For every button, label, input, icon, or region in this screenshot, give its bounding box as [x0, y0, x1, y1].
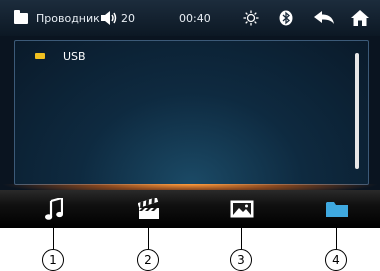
app-title: Проводник	[36, 11, 100, 25]
image-icon	[230, 200, 254, 218]
callout-number: 3	[230, 249, 252, 271]
callout-line	[53, 224, 54, 249]
bluetooth-icon	[279, 10, 293, 26]
list-item[interactable]: USB	[35, 47, 86, 65]
video-button[interactable]	[119, 190, 179, 228]
callout-number: 2	[137, 249, 159, 271]
callout-line	[148, 224, 149, 249]
brightness-button[interactable]	[243, 0, 259, 36]
clapperboard-icon	[138, 198, 159, 219]
home-icon	[351, 10, 369, 26]
folder-icon	[14, 0, 28, 36]
bottom-bar	[0, 190, 380, 228]
callout-number: 4	[325, 249, 347, 271]
usb-drive-icon	[35, 53, 45, 59]
clock: 00:40	[179, 11, 211, 25]
folder-button[interactable]	[307, 190, 367, 228]
music-note-icon	[45, 198, 63, 220]
device-screen: Проводник 20 00:40 USB	[0, 0, 380, 228]
bluetooth-button[interactable]	[279, 0, 293, 36]
status-bar: Проводник 20 00:40	[0, 0, 380, 36]
list-item-label: USB	[63, 49, 86, 63]
volume-level: 20	[121, 11, 135, 25]
volume-control[interactable]: 20	[100, 0, 135, 36]
callout-line	[336, 224, 337, 249]
back-button[interactable]	[313, 0, 335, 36]
music-button[interactable]	[24, 190, 84, 228]
file-list-panel: USB	[14, 40, 369, 185]
photo-button[interactable]	[212, 190, 272, 228]
scrollbar[interactable]	[355, 53, 359, 169]
callout-number: 1	[42, 249, 64, 271]
back-arrow-icon	[314, 11, 334, 24]
speaker-icon	[101, 11, 117, 25]
home-button[interactable]	[351, 0, 369, 36]
brightness-icon	[243, 10, 259, 26]
callout-line	[241, 224, 242, 249]
folder-icon	[326, 202, 348, 217]
